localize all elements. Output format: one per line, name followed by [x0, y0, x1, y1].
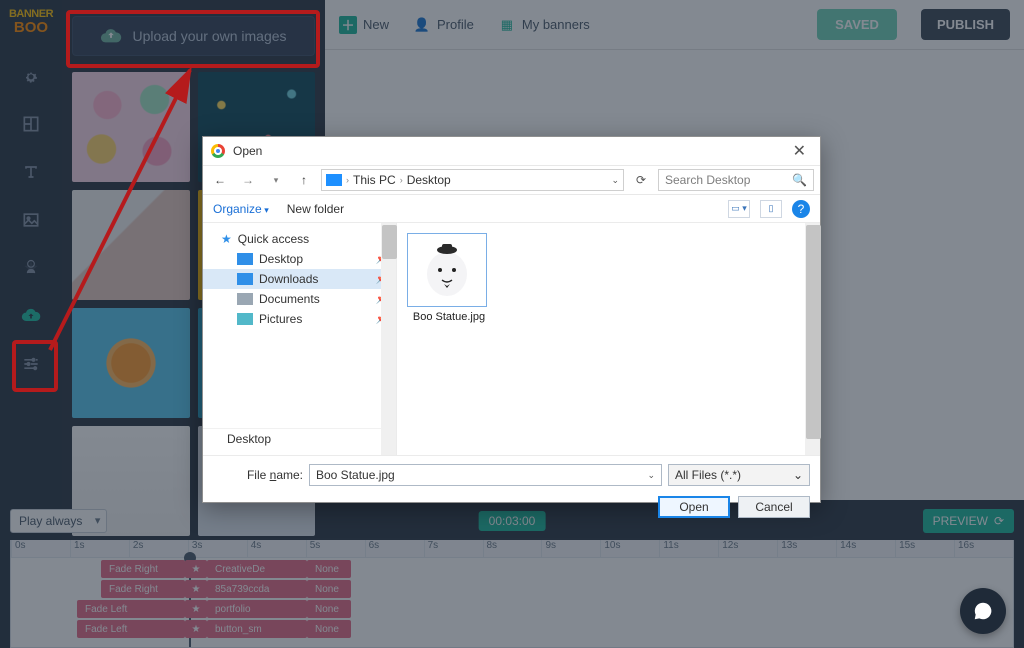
- chevron-right-icon: ›: [346, 175, 349, 185]
- chevron-down-icon[interactable]: ⌄: [647, 470, 655, 481]
- view-mode-button[interactable]: ▭ ▾: [728, 200, 750, 218]
- cancel-button[interactable]: Cancel: [738, 496, 810, 518]
- path-breadcrumb[interactable]: › This PC › Desktop ⌄: [321, 169, 624, 191]
- desktop-icon: [237, 253, 253, 265]
- nav-forward-icon[interactable]: →: [237, 169, 259, 191]
- documents-icon: [237, 293, 253, 305]
- dialog-files[interactable]: Boo Statue.jpg: [397, 223, 820, 455]
- dialog-titlebar: Open ✕: [203, 137, 820, 165]
- search-input[interactable]: Search Desktop 🔍: [658, 169, 814, 191]
- dialog-nav: ← → ▾ ↑ › This PC › Desktop ⌄ ⟳ Search D…: [203, 165, 820, 195]
- tree-scrollbar[interactable]: [381, 223, 396, 455]
- dialog-bottom: File name: Boo Statue.jpg⌄ All Files (*.…: [203, 455, 820, 526]
- tree-downloads[interactable]: Downloads📌: [203, 269, 396, 289]
- tree-documents[interactable]: Documents📌: [203, 289, 396, 309]
- chat-button[interactable]: [960, 588, 1006, 634]
- preview-pane-button[interactable]: ▯: [760, 200, 782, 218]
- tree-desktop-bottom[interactable]: Desktop: [203, 428, 381, 449]
- chevron-down-icon: ⌄: [793, 468, 803, 482]
- nav-recent-icon[interactable]: ▾: [265, 169, 287, 191]
- chrome-icon: [211, 144, 225, 158]
- nav-back-icon[interactable]: ←: [209, 169, 231, 191]
- close-icon[interactable]: ✕: [787, 141, 812, 161]
- chat-icon: [972, 600, 994, 622]
- dialog-title: Open: [233, 144, 262, 158]
- chevron-down-icon[interactable]: ⌄: [611, 175, 619, 186]
- dialog-toolbar: Organize New folder ▭ ▾ ▯ ?: [203, 195, 820, 223]
- tree-quick-access[interactable]: ★Quick access: [203, 229, 396, 249]
- organize-menu[interactable]: Organize: [213, 202, 269, 216]
- downloads-icon: [237, 273, 253, 285]
- files-scrollbar[interactable]: [805, 223, 820, 455]
- file-thumbnail: [407, 233, 487, 307]
- file-name: Boo Statue.jpg: [407, 311, 491, 323]
- nav-up-icon[interactable]: ↑: [293, 169, 315, 191]
- pc-icon: [326, 174, 342, 186]
- new-folder-button[interactable]: New folder: [287, 202, 344, 216]
- search-icon: 🔍: [792, 173, 807, 187]
- chevron-right-icon: ›: [400, 175, 403, 185]
- search-placeholder: Search Desktop: [665, 173, 750, 187]
- file-open-dialog: Open ✕ ← → ▾ ↑ › This PC › Desktop ⌄ ⟳ S…: [202, 136, 821, 503]
- tree-pictures[interactable]: Pictures📌: [203, 309, 396, 329]
- tree-desktop[interactable]: Desktop📌: [203, 249, 396, 269]
- pictures-icon: [237, 313, 253, 325]
- dialog-tree: ★Quick access Desktop📌 Downloads📌 Docume…: [203, 223, 397, 455]
- refresh-icon[interactable]: ⟳: [630, 169, 652, 191]
- filename-input[interactable]: Boo Statue.jpg⌄: [309, 464, 662, 486]
- file-filter-select[interactable]: All Files (*.*)⌄: [668, 464, 810, 486]
- file-item[interactable]: Boo Statue.jpg: [407, 233, 491, 323]
- star-icon: ★: [221, 232, 232, 246]
- open-button[interactable]: Open: [658, 496, 730, 518]
- help-button[interactable]: ?: [792, 200, 810, 218]
- filename-label: File name:: [213, 468, 303, 482]
